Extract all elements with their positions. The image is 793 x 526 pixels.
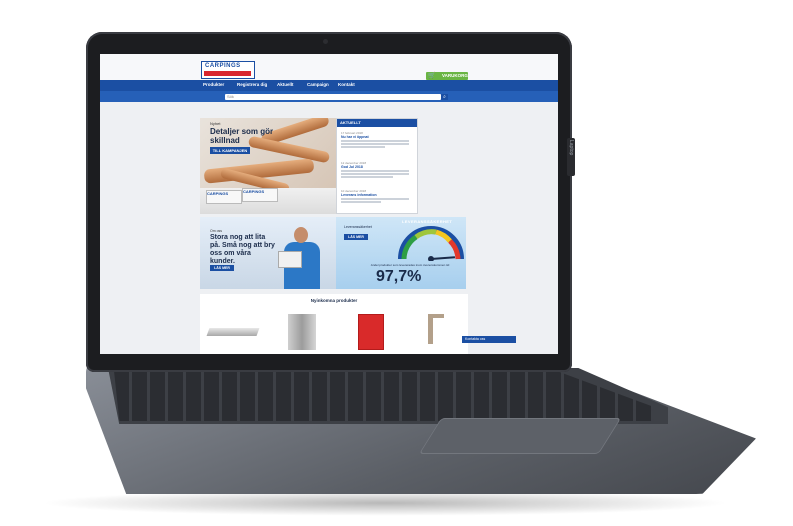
news-header: AKTUELLT [337,119,417,127]
delivery-gauge [398,226,464,261]
logo-text: CARPINGS [205,63,241,69]
nav-item-registrera[interactable]: Registrera dig [237,82,267,87]
news-item[interactable]: 10 december 2018 Leverans information [341,189,413,203]
hero-title: Detaljer som gör skillnad [210,127,274,145]
new-products-section: Nyinkomna produkter [200,294,468,354]
cart-icon: 🛒 [428,73,436,79]
news-item[interactable]: 12 december 2018 God Jul 2018 [341,161,413,178]
contact-chat-button[interactable]: Kontakta oss [462,336,516,343]
news-title[interactable]: God Jul 2018 [341,165,413,169]
site-header [100,54,558,80]
screen: CARPINGS 🛒 VARUKORG Produkter Registrera… [100,54,558,354]
gauge-title: LEVERANSSÄKERHET [402,219,453,224]
webcam-icon [323,39,328,44]
about-banner[interactable]: Om oss Stora nog att lita på. Små nog at… [200,217,336,289]
news-item[interactable]: 17 februari 2018 Nu har vi öppnat [341,131,413,148]
gauge-hub [428,256,434,261]
trackpad [418,418,622,454]
product-card[interactable] [338,308,398,352]
gauge-lime [414,229,437,240]
read-more-button[interactable]: LÄS MER [210,265,234,271]
search-button[interactable]: ⌕ [441,94,448,100]
promo-title: Stora nog att lita på. Små nog att bry o… [210,234,275,265]
laptop-mockup: Laptop CARPINGS 🛒 VARUKORG Produkter Reg… [0,0,793,526]
product-image [206,328,260,336]
delivery-label: Leveranssäkerhet [344,225,372,229]
logo[interactable]: CARPINGS [201,61,255,79]
search-input[interactable]: Sök [225,94,441,100]
news-title[interactable]: Nu har vi öppnat [341,135,413,139]
product-image [288,314,316,350]
product-image [428,314,433,344]
new-products-title: Nyinkomna produkter [310,298,358,303]
gauge-subtitle: Andel produkter som levererades inom öve… [370,263,450,267]
logo-stripe [204,71,251,76]
cart-label: VARUKORG [442,73,468,78]
product-image [358,314,384,350]
product-card[interactable] [206,308,266,352]
promo-label: Om oss [210,229,223,233]
product-card[interactable] [274,308,334,352]
delivery-read-more-button[interactable]: LÄS MER [344,234,368,240]
person-image [278,227,322,289]
delivery-percent: 97,7% [376,268,422,285]
nav-item-campaign[interactable]: Campaign [307,82,329,87]
product-package: CARPINGS [206,190,242,204]
campaign-button[interactable]: TILL KAMPANJEN [210,147,250,154]
news-panel: AKTUELLT 17 februari 2018 Nu har vi öppn… [336,118,418,214]
search-icon: ⌕ [443,94,446,100]
hero-label: Nyhet [210,121,221,126]
nav-item-produkter[interactable]: Produkter [203,82,224,87]
product-package: CARPINGS [242,188,278,202]
side-tag-label: Laptop [568,140,574,156]
hero-banner[interactable]: CARPINGS CARPINGS Nyhet Detaljer som gör… [200,118,336,214]
cart-button[interactable]: 🛒 VARUKORG [426,72,468,80]
nav-item-kontakt[interactable]: Kontakt [338,82,355,87]
delivery-banner[interactable]: Leveranssäkerhet LÄS MER LEVERANSSÄKERHE… [336,217,466,289]
keyboard [114,371,654,421]
gauge-needle [430,256,456,260]
main-nav: Produkter Registrera dig Aktuellt Campai… [100,80,558,91]
nav-item-aktuellt[interactable]: Aktuellt [277,82,294,87]
product-card[interactable] [406,308,466,352]
side-tag: Laptop [567,138,575,176]
news-title[interactable]: Leverans information [341,193,413,197]
